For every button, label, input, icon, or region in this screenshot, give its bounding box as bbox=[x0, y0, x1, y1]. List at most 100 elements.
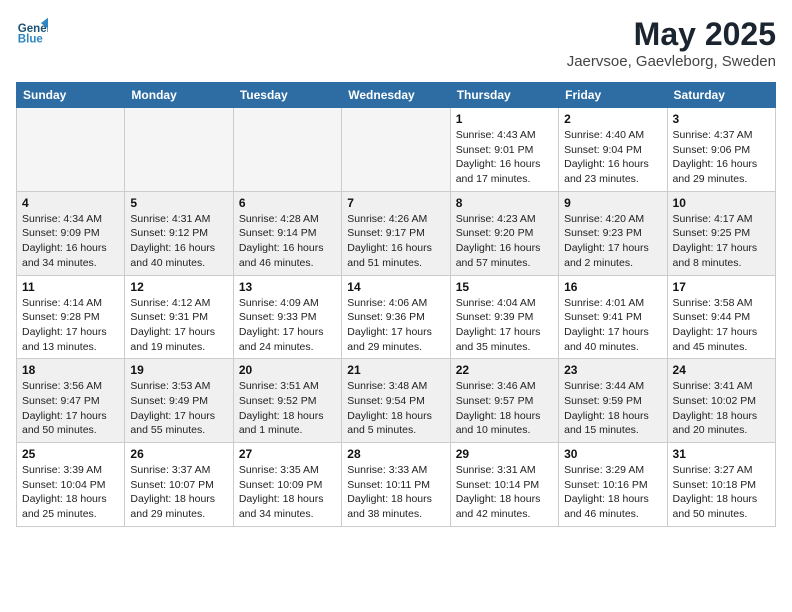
day-info: Sunrise: 3:33 AMSunset: 10:11 PMDaylight… bbox=[347, 463, 444, 522]
calendar-week-1: 1Sunrise: 4:43 AMSunset: 9:01 PMDaylight… bbox=[17, 108, 776, 192]
calendar-cell: 13 Sunrise: 4:09 AMSunset: 9:33 PMDayligh… bbox=[233, 275, 341, 359]
col-header-thursday: Thursday bbox=[450, 83, 558, 108]
day-number: 12 bbox=[130, 280, 227, 294]
calendar-cell: 30 Sunrise: 3:29 AMSunset: 10:16 PMDaylig… bbox=[559, 443, 667, 527]
day-number: 13 bbox=[239, 280, 336, 294]
day-info: Sunrise: 3:39 AMSunset: 10:04 PMDaylight… bbox=[22, 463, 119, 522]
calendar-cell: 23 Sunrise: 3:44 AMSunset: 9:59 PMDayligh… bbox=[559, 359, 667, 443]
day-info: Sunrise: 3:58 AMSunset: 9:44 PMDaylight:… bbox=[673, 296, 770, 355]
logo-icon: General Blue bbox=[16, 16, 48, 48]
calendar-cell: 29 Sunrise: 3:31 AMSunset: 10:14 PMDaylig… bbox=[450, 443, 558, 527]
calendar-cell: 17 Sunrise: 3:58 AMSunset: 9:44 PMDayligh… bbox=[667, 275, 775, 359]
calendar-cell: 21Sunrise: 3:48 AMSunset: 9:54 PMDayligh… bbox=[342, 359, 450, 443]
day-number: 4 bbox=[22, 196, 119, 210]
col-header-tuesday: Tuesday bbox=[233, 83, 341, 108]
logo: General Blue bbox=[16, 16, 48, 48]
col-header-sunday: Sunday bbox=[17, 83, 125, 108]
day-info: Sunrise: 3:31 AMSunset: 10:14 PMDaylight… bbox=[456, 463, 553, 522]
day-number: 30 bbox=[564, 447, 661, 461]
calendar-cell: 31 Sunrise: 3:27 AMSunset: 10:18 PMDaylig… bbox=[667, 443, 775, 527]
day-number: 26 bbox=[130, 447, 227, 461]
day-info: Sunrise: 3:44 AMSunset: 9:59 PMDaylight:… bbox=[564, 379, 661, 438]
day-info: Sunrise: 4:06 AMSunset: 9:36 PMDaylight:… bbox=[347, 296, 444, 355]
calendar-cell: 2 Sunrise: 4:40 AMSunset: 9:04 PMDaylight… bbox=[559, 108, 667, 192]
day-number: 27 bbox=[239, 447, 336, 461]
day-info: Sunrise: 3:53 AMSunset: 9:49 PMDaylight:… bbox=[130, 379, 227, 438]
day-info: Sunrise: 3:56 AMSunset: 9:47 PMDaylight:… bbox=[22, 379, 119, 438]
day-number: 11 bbox=[22, 280, 119, 294]
calendar-cell: 9Sunrise: 4:20 AMSunset: 9:23 PMDaylight… bbox=[559, 191, 667, 275]
calendar-cell: 14 Sunrise: 4:06 AMSunset: 9:36 PMDayligh… bbox=[342, 275, 450, 359]
title-block: May 2025 Jaervsoe, Gaevleborg, Sweden bbox=[567, 16, 776, 70]
calendar-cell bbox=[342, 108, 450, 192]
day-number: 15 bbox=[456, 280, 553, 294]
col-header-saturday: Saturday bbox=[667, 83, 775, 108]
day-number: 29 bbox=[456, 447, 553, 461]
day-info: Sunrise: 3:29 AMSunset: 10:16 PMDaylight… bbox=[564, 463, 661, 522]
calendar-cell: 12 Sunrise: 4:12 AMSunset: 9:31 PMDayligh… bbox=[125, 275, 233, 359]
day-number: 23 bbox=[564, 363, 661, 377]
calendar-cell: 22 Sunrise: 3:46 AMSunset: 9:57 PMDayligh… bbox=[450, 359, 558, 443]
day-info: Sunrise: 4:43 AMSunset: 9:01 PMDaylight:… bbox=[456, 128, 553, 187]
calendar-cell: 19 Sunrise: 3:53 AMSunset: 9:49 PMDayligh… bbox=[125, 359, 233, 443]
day-number: 3 bbox=[673, 112, 770, 126]
day-number: 9 bbox=[564, 196, 661, 210]
day-info: Sunrise: 4:26 AMSunset: 9:17 PMDaylight:… bbox=[347, 212, 444, 271]
day-number: 24 bbox=[673, 363, 770, 377]
day-info: Sunrise: 4:12 AMSunset: 9:31 PMDaylight:… bbox=[130, 296, 227, 355]
day-number: 2 bbox=[564, 112, 661, 126]
day-number: 16 bbox=[564, 280, 661, 294]
day-info: Sunrise: 4:09 AMSunset: 9:33 PMDaylight:… bbox=[239, 296, 336, 355]
day-number: 31 bbox=[673, 447, 770, 461]
calendar-week-4: 18 Sunrise: 3:56 AMSunset: 9:47 PMDayligh… bbox=[17, 359, 776, 443]
calendar-week-2: 4Sunrise: 4:34 AMSunset: 9:09 PMDaylight… bbox=[17, 191, 776, 275]
day-info: Sunrise: 4:23 AMSunset: 9:20 PMDaylight:… bbox=[456, 212, 553, 271]
col-header-friday: Friday bbox=[559, 83, 667, 108]
calendar-table: SundayMondayTuesdayWednesdayThursdayFrid… bbox=[16, 82, 776, 527]
day-number: 21 bbox=[347, 363, 444, 377]
day-number: 17 bbox=[673, 280, 770, 294]
calendar-cell: 1Sunrise: 4:43 AMSunset: 9:01 PMDaylight… bbox=[450, 108, 558, 192]
calendar-cell bbox=[125, 108, 233, 192]
day-info: Sunrise: 3:35 AMSunset: 10:09 PMDaylight… bbox=[239, 463, 336, 522]
calendar-cell: 16Sunrise: 4:01 AMSunset: 9:41 PMDayligh… bbox=[559, 275, 667, 359]
calendar-cell: 24 Sunrise: 3:41 AMSunset: 10:02 PMDaylig… bbox=[667, 359, 775, 443]
calendar-cell: 4Sunrise: 4:34 AMSunset: 9:09 PMDaylight… bbox=[17, 191, 125, 275]
day-number: 28 bbox=[347, 447, 444, 461]
day-info: Sunrise: 4:28 AMSunset: 9:14 PMDaylight:… bbox=[239, 212, 336, 271]
calendar-cell: 26 Sunrise: 3:37 AMSunset: 10:07 PMDaylig… bbox=[125, 443, 233, 527]
day-info: Sunrise: 3:51 AMSunset: 9:52 PMDaylight:… bbox=[239, 379, 336, 438]
day-info: Sunrise: 3:37 AMSunset: 10:07 PMDaylight… bbox=[130, 463, 227, 522]
day-number: 14 bbox=[347, 280, 444, 294]
calendar-header-row: SundayMondayTuesdayWednesdayThursdayFrid… bbox=[17, 83, 776, 108]
day-number: 18 bbox=[22, 363, 119, 377]
day-number: 20 bbox=[239, 363, 336, 377]
calendar-cell: 7Sunrise: 4:26 AMSunset: 9:17 PMDaylight… bbox=[342, 191, 450, 275]
location-subtitle: Jaervsoe, Gaevleborg, Sweden bbox=[567, 53, 776, 70]
day-info: Sunrise: 4:40 AMSunset: 9:04 PMDaylight:… bbox=[564, 128, 661, 187]
day-info: Sunrise: 4:31 AMSunset: 9:12 PMDaylight:… bbox=[130, 212, 227, 271]
calendar-cell: 20 Sunrise: 3:51 AMSunset: 9:52 PMDayligh… bbox=[233, 359, 341, 443]
calendar-cell: 5Sunrise: 4:31 AMSunset: 9:12 PMDaylight… bbox=[125, 191, 233, 275]
calendar-cell: 10 Sunrise: 4:17 AMSunset: 9:25 PMDayligh… bbox=[667, 191, 775, 275]
day-number: 10 bbox=[673, 196, 770, 210]
calendar-cell: 28 Sunrise: 3:33 AMSunset: 10:11 PMDaylig… bbox=[342, 443, 450, 527]
day-info: Sunrise: 3:41 AMSunset: 10:02 PMDaylight… bbox=[673, 379, 770, 438]
day-number: 22 bbox=[456, 363, 553, 377]
col-header-wednesday: Wednesday bbox=[342, 83, 450, 108]
calendar-cell: 27 Sunrise: 3:35 AMSunset: 10:09 PMDaylig… bbox=[233, 443, 341, 527]
calendar-cell: 15 Sunrise: 4:04 AMSunset: 9:39 PMDayligh… bbox=[450, 275, 558, 359]
day-number: 6 bbox=[239, 196, 336, 210]
calendar-cell bbox=[233, 108, 341, 192]
day-info: Sunrise: 4:17 AMSunset: 9:25 PMDaylight:… bbox=[673, 212, 770, 271]
day-number: 19 bbox=[130, 363, 227, 377]
col-header-monday: Monday bbox=[125, 83, 233, 108]
svg-text:Blue: Blue bbox=[18, 34, 44, 46]
day-info: Sunrise: 4:37 AMSunset: 9:06 PMDaylight:… bbox=[673, 128, 770, 187]
day-info: Sunrise: 3:46 AMSunset: 9:57 PMDaylight:… bbox=[456, 379, 553, 438]
day-info: Sunrise: 4:04 AMSunset: 9:39 PMDaylight:… bbox=[456, 296, 553, 355]
calendar-cell: 3 Sunrise: 4:37 AMSunset: 9:06 PMDaylight… bbox=[667, 108, 775, 192]
day-info: Sunrise: 3:27 AMSunset: 10:18 PMDaylight… bbox=[673, 463, 770, 522]
page-header: General Blue May 2025 Jaervsoe, Gaevlebo… bbox=[16, 16, 776, 70]
calendar-cell: 18 Sunrise: 3:56 AMSunset: 9:47 PMDayligh… bbox=[17, 359, 125, 443]
